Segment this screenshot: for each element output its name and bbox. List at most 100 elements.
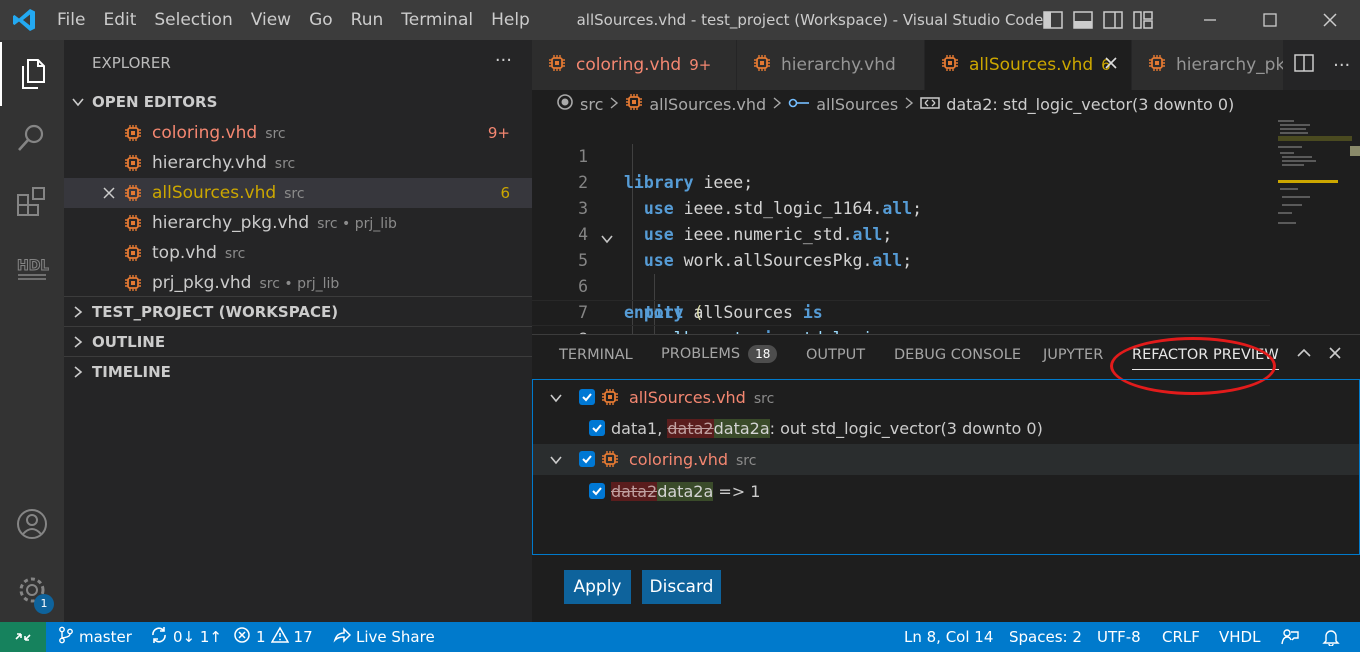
toggle-secondary-sidebar-icon[interactable] [1102,9,1124,31]
warning-icon [270,626,289,648]
indentation-status[interactable]: Spaces: 2 [1009,622,1082,652]
open-editor-name: coloring.vhd src [152,123,286,143]
more-actions-icon[interactable]: ··· [1333,55,1350,76]
menu-run[interactable]: Run [342,0,393,40]
breadcrumb-symbol[interactable]: data2: std_logic_vector(3 downto 0) [946,95,1234,114]
account-icon[interactable] [0,492,64,556]
live-share-icon [333,627,352,647]
problems-status[interactable]: 1 17 [233,622,313,652]
timeline-section-header[interactable]: TIMELINE [64,356,532,386]
eol-status[interactable]: CRLF [1162,622,1200,652]
open-editor-item[interactable]: hierarchy.vhd src [64,148,532,178]
refactor-preview-tree: allSources.vhd src data1, data2data2a: ou… [532,379,1360,555]
editor-tabs: coloring.vhd 9+ hierarchy.vhd allSources… [532,40,1360,90]
menu-help[interactable]: Help [482,0,539,40]
chevron-down-icon[interactable] [549,452,563,471]
tab-coloring[interactable]: coloring.vhd 9+ [532,40,737,90]
checkbox-file[interactable] [579,389,595,405]
tab-hierarchy[interactable]: hierarchy.vhd [737,40,925,90]
workspace-section-label: TEST_PROJECT (WORKSPACE) [92,302,339,321]
tab-output[interactable]: OUTPUT [806,347,865,363]
checkbox-file[interactable] [579,451,595,467]
toggle-primary-sidebar-icon[interactable] [1042,9,1064,31]
open-editor-item[interactable]: prj_pkg.vhd src • prj_lib [64,268,532,298]
breadcrumb-entity[interactable]: allSources [816,95,898,114]
vhdl-chip-icon [124,184,142,207]
branch-status[interactable]: master [58,622,132,652]
open-editor-item[interactable]: top.vhd src [64,238,532,268]
breadcrumb-folder[interactable]: src [580,95,603,114]
settings-gear-icon[interactable]: 1 [0,558,64,622]
live-share-status[interactable]: Live Share [333,622,435,652]
sidebar-title: EXPLORER [92,54,171,72]
checkbox-change[interactable] [589,420,605,436]
toggle-panel-icon[interactable] [1072,9,1094,31]
search-icon[interactable] [0,106,64,170]
menu-terminal[interactable]: Terminal [392,0,482,40]
checkbox-change[interactable] [589,483,605,499]
refactor-change-row[interactable]: data2data2a => 1 [533,476,1359,507]
hdl-icon[interactable]: HDL [0,234,64,298]
outline-section-header[interactable]: OUTLINE [64,326,532,356]
open-editor-name: top.vhd src [152,243,246,263]
feedback-icon[interactable] [1281,622,1299,652]
minimize-icon[interactable] [1180,0,1240,40]
code-line: 6 port ( [578,277,704,322]
open-editor-item-active[interactable]: allSources.vhd src 6 [64,178,532,208]
minimap[interactable] [1270,118,1360,334]
close-panel-icon[interactable] [1327,345,1343,365]
menu-selection[interactable]: Selection [145,0,241,40]
status-bar: master 0↓ 1↑ 1 17 Live Share Ln 8, Col 1… [0,622,1360,652]
tab-terminal[interactable]: TERMINAL [559,347,633,363]
refactor-file-row[interactable]: allSources.vhd src [533,382,1359,413]
maximize-icon[interactable] [1240,0,1300,40]
close-window-icon[interactable] [1300,0,1360,40]
vhdl-chip-icon [124,274,142,297]
menu-go[interactable]: Go [300,0,342,40]
split-editor-icon[interactable] [1293,54,1314,76]
vhdl-chip-icon [753,54,771,77]
extensions-icon[interactable] [0,170,64,234]
tab-allsources[interactable]: allSources.vhd 6 [925,40,1132,90]
close-tab-icon[interactable] [1103,55,1119,76]
code-editor[interactable]: 1 library ieee; 2 use ieee.std_logic_116… [532,118,1360,334]
problem-count: 9+ [487,124,510,142]
workspace-section-header[interactable]: TEST_PROJECT (WORKSPACE) [64,296,532,326]
open-editors-header[interactable]: OPEN EDITORS [64,87,532,117]
menu-view[interactable]: View [242,0,300,40]
tab-jupyter[interactable]: JUPYTER [1043,347,1103,363]
close-icon[interactable] [100,186,118,200]
menu-file[interactable]: File [48,0,94,40]
remote-indicator-icon[interactable] [0,622,46,652]
tab-problems[interactable]: PROBLEMS 18 [661,345,778,363]
tab-debug-console[interactable]: DEBUG CONSOLE [894,347,1021,363]
tab-hierarchy-pkg[interactable]: hierarchy_pk [1132,40,1284,90]
bottom-panel: TERMINAL PROBLEMS 18 OUTPUT DEBUG CONSOLE… [532,334,1360,622]
refactor-change-row[interactable]: data1, data2data2a: out std_logic_vector… [533,413,1359,444]
sync-status[interactable]: 0↓ 1↑ [150,622,222,652]
chevron-right-icon [609,95,619,114]
tab-label: allSources.vhd [969,55,1094,75]
notifications-bell-icon[interactable] [1322,622,1340,652]
customize-layout-icon[interactable] [1132,9,1154,31]
breadcrumb-file[interactable]: allSources.vhd [649,95,766,114]
title-bar: File Edit Selection View Go Run Terminal… [0,0,1360,40]
editor-actions: ··· [1284,40,1360,90]
encoding-status[interactable]: UTF-8 [1097,622,1141,652]
refactor-file-row[interactable]: coloring.vhd src [533,444,1359,475]
open-editor-item[interactable]: hierarchy_pkg.vhd src • prj_lib [64,208,532,238]
open-editor-name: prj_pkg.vhd src • prj_lib [152,273,340,293]
explorer-icon[interactable] [0,42,64,106]
language-mode[interactable]: VHDL [1219,622,1260,652]
open-editor-item[interactable]: coloring.vhd src 9+ [64,118,532,148]
vhdl-chip-icon [124,124,142,147]
problem-count: 6 [500,184,510,202]
maximize-panel-icon[interactable] [1296,345,1312,365]
menu-edit[interactable]: Edit [94,0,145,40]
discard-button[interactable]: Discard [642,570,721,604]
more-actions-icon[interactable]: ··· [495,50,512,71]
cursor-position[interactable]: Ln 8, Col 14 [904,622,993,652]
timeline-section-label: TIMELINE [92,362,171,381]
chevron-down-icon[interactable] [549,390,563,409]
apply-button[interactable]: Apply [564,570,631,604]
